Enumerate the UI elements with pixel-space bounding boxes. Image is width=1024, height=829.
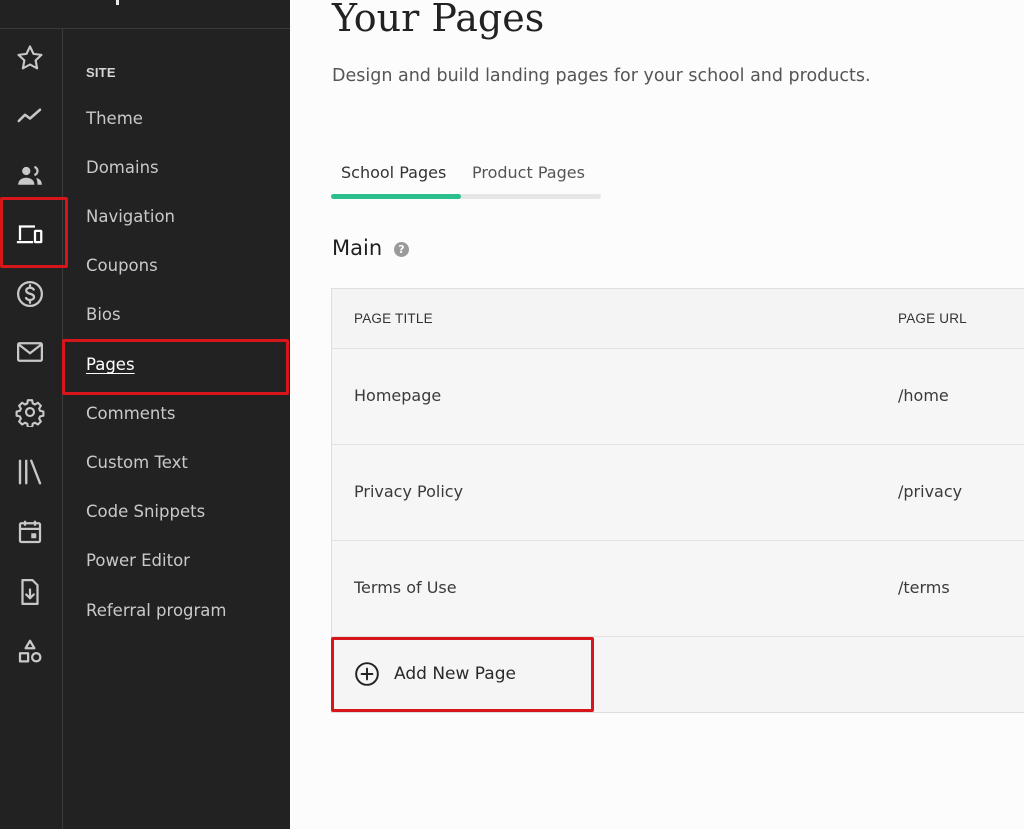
column-header-page-title[interactable]: PAGE TITLE (354, 311, 433, 326)
pages-highlight-box (62, 339, 289, 395)
submenu-item-coupons[interactable]: Coupons (86, 256, 158, 275)
page-title-cell[interactable]: Homepage (354, 386, 441, 405)
shapes-icon[interactable] (13, 635, 47, 669)
analytics-icon[interactable] (13, 99, 47, 133)
help-icon[interactable]: ? (394, 242, 409, 257)
site-icon-highlight-box (0, 197, 68, 268)
icon-rail (0, 29, 63, 829)
submenu-item-bios[interactable]: Bios (86, 305, 121, 324)
page-title: Your Pages (332, 0, 545, 40)
library-icon[interactable] (13, 455, 47, 489)
submenu-item-referral-program[interactable]: Referral program (86, 601, 226, 620)
sales-dollar-icon[interactable] (13, 277, 47, 311)
sidebar-header (0, 0, 290, 29)
star-icon[interactable] (13, 41, 47, 75)
table-row[interactable]: Terms of Use /terms (332, 541, 1024, 637)
active-tab-indicator (331, 194, 461, 199)
gear-icon[interactable] (13, 395, 47, 429)
submenu-item-domains[interactable]: Domains (86, 158, 159, 177)
section-title-main: Main (332, 236, 383, 260)
submenu-item-custom-text[interactable]: Custom Text (86, 453, 188, 472)
file-download-icon[interactable] (13, 575, 47, 609)
table-row[interactable]: Privacy Policy /privacy (332, 445, 1024, 541)
tab-school-pages[interactable]: School Pages (341, 163, 446, 182)
users-icon[interactable] (13, 159, 47, 193)
submenu-item-power-editor[interactable]: Power Editor (86, 551, 190, 570)
submenu-item-code-snippets[interactable]: Code Snippets (86, 502, 205, 521)
page-url-cell: /privacy (898, 482, 963, 501)
add-page-highlight-box (331, 637, 594, 712)
page-url-cell: /terms (898, 578, 950, 597)
calendar-icon[interactable] (13, 515, 47, 549)
mail-icon[interactable] (13, 335, 47, 369)
sidebar: SITE Theme Domains Navigation Coupons Bi… (0, 0, 290, 829)
page-url-cell: /home (898, 386, 949, 405)
page-title-cell[interactable]: Terms of Use (354, 578, 457, 597)
submenu-item-theme[interactable]: Theme (86, 109, 143, 128)
page-subtitle: Design and build landing pages for your … (332, 66, 871, 86)
logo[interactable] (116, 0, 119, 5)
table-row[interactable]: Homepage /home (332, 349, 1024, 445)
submenu-item-comments[interactable]: Comments (86, 404, 175, 423)
table-header: PAGE TITLE PAGE URL (332, 289, 1024, 349)
submenu-item-navigation[interactable]: Navigation (86, 207, 175, 226)
column-header-page-url[interactable]: PAGE URL (898, 311, 967, 326)
page-title-cell[interactable]: Privacy Policy (354, 482, 463, 501)
page-tabs: School Pages Product Pages (331, 163, 601, 201)
tab-product-pages[interactable]: Product Pages (472, 163, 585, 182)
submenu-heading: SITE (86, 65, 116, 80)
